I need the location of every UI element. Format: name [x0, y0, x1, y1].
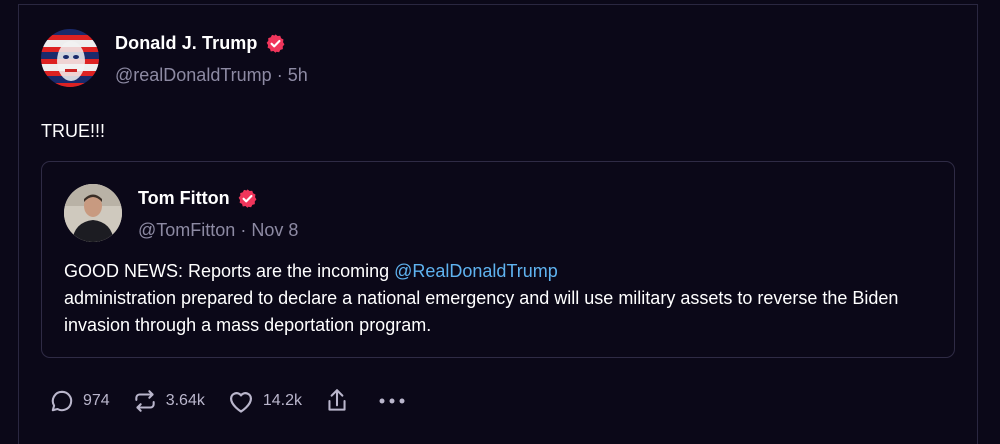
- author-handle[interactable]: @realDonaldTrump: [115, 65, 272, 85]
- quoted-author-avatar[interactable]: [64, 184, 122, 242]
- ellipsis-icon: [378, 397, 406, 405]
- author-name[interactable]: Donald J. Trump: [115, 33, 258, 54]
- author-name-row: Donald J. Trump: [115, 33, 286, 54]
- mention-link[interactable]: @RealDonaldTrump: [394, 261, 558, 281]
- action-bar: 974 3.64k 14.2k: [49, 387, 428, 415]
- share-button[interactable]: [324, 387, 350, 415]
- quoted-author-meta: @TomFitton · Nov 8: [138, 220, 298, 241]
- retruth-count: 3.64k: [165, 392, 205, 409]
- quoted-text-rest: administration prepared to declare a nat…: [64, 288, 899, 335]
- reply-count: 974: [83, 392, 110, 409]
- quoted-post[interactable]: Tom Fitton @TomFitton · Nov 8 GOOD NEWS:…: [41, 161, 955, 358]
- like-button[interactable]: 14.2k: [227, 388, 302, 414]
- share-icon: [324, 387, 350, 415]
- heart-icon: [227, 388, 255, 414]
- reply-button[interactable]: 974: [49, 388, 110, 414]
- meta-separator: ·: [276, 65, 283, 85]
- retruth-button[interactable]: 3.64k: [132, 388, 205, 414]
- post-text: TRUE!!!: [41, 121, 106, 141]
- quoted-author-handle[interactable]: @TomFitton: [138, 220, 235, 240]
- quoted-author-name[interactable]: Tom Fitton: [138, 188, 230, 209]
- author-avatar[interactable]: [41, 29, 99, 87]
- author-meta: @realDonaldTrump · 5h: [115, 65, 308, 86]
- speech-bubble-icon: [49, 388, 75, 414]
- like-count: 14.2k: [262, 392, 302, 409]
- post-card: Donald J. Trump @realDonaldTrump · 5h TR…: [18, 4, 978, 444]
- verified-badge-icon: [265, 33, 286, 54]
- meta-separator: ·: [240, 220, 247, 240]
- verified-badge-icon: [237, 188, 258, 209]
- quoted-post-text: GOOD NEWS: Reports are the incoming @Rea…: [64, 258, 934, 339]
- repost-arrows-icon: [132, 388, 158, 414]
- quoted-author-name-row: Tom Fitton: [138, 188, 258, 209]
- quoted-text-start: GOOD NEWS: Reports are the incoming: [64, 261, 395, 281]
- more-options-button[interactable]: [378, 397, 406, 405]
- post-time[interactable]: 5h: [288, 65, 308, 85]
- quoted-post-date[interactable]: Nov 8: [251, 220, 298, 240]
